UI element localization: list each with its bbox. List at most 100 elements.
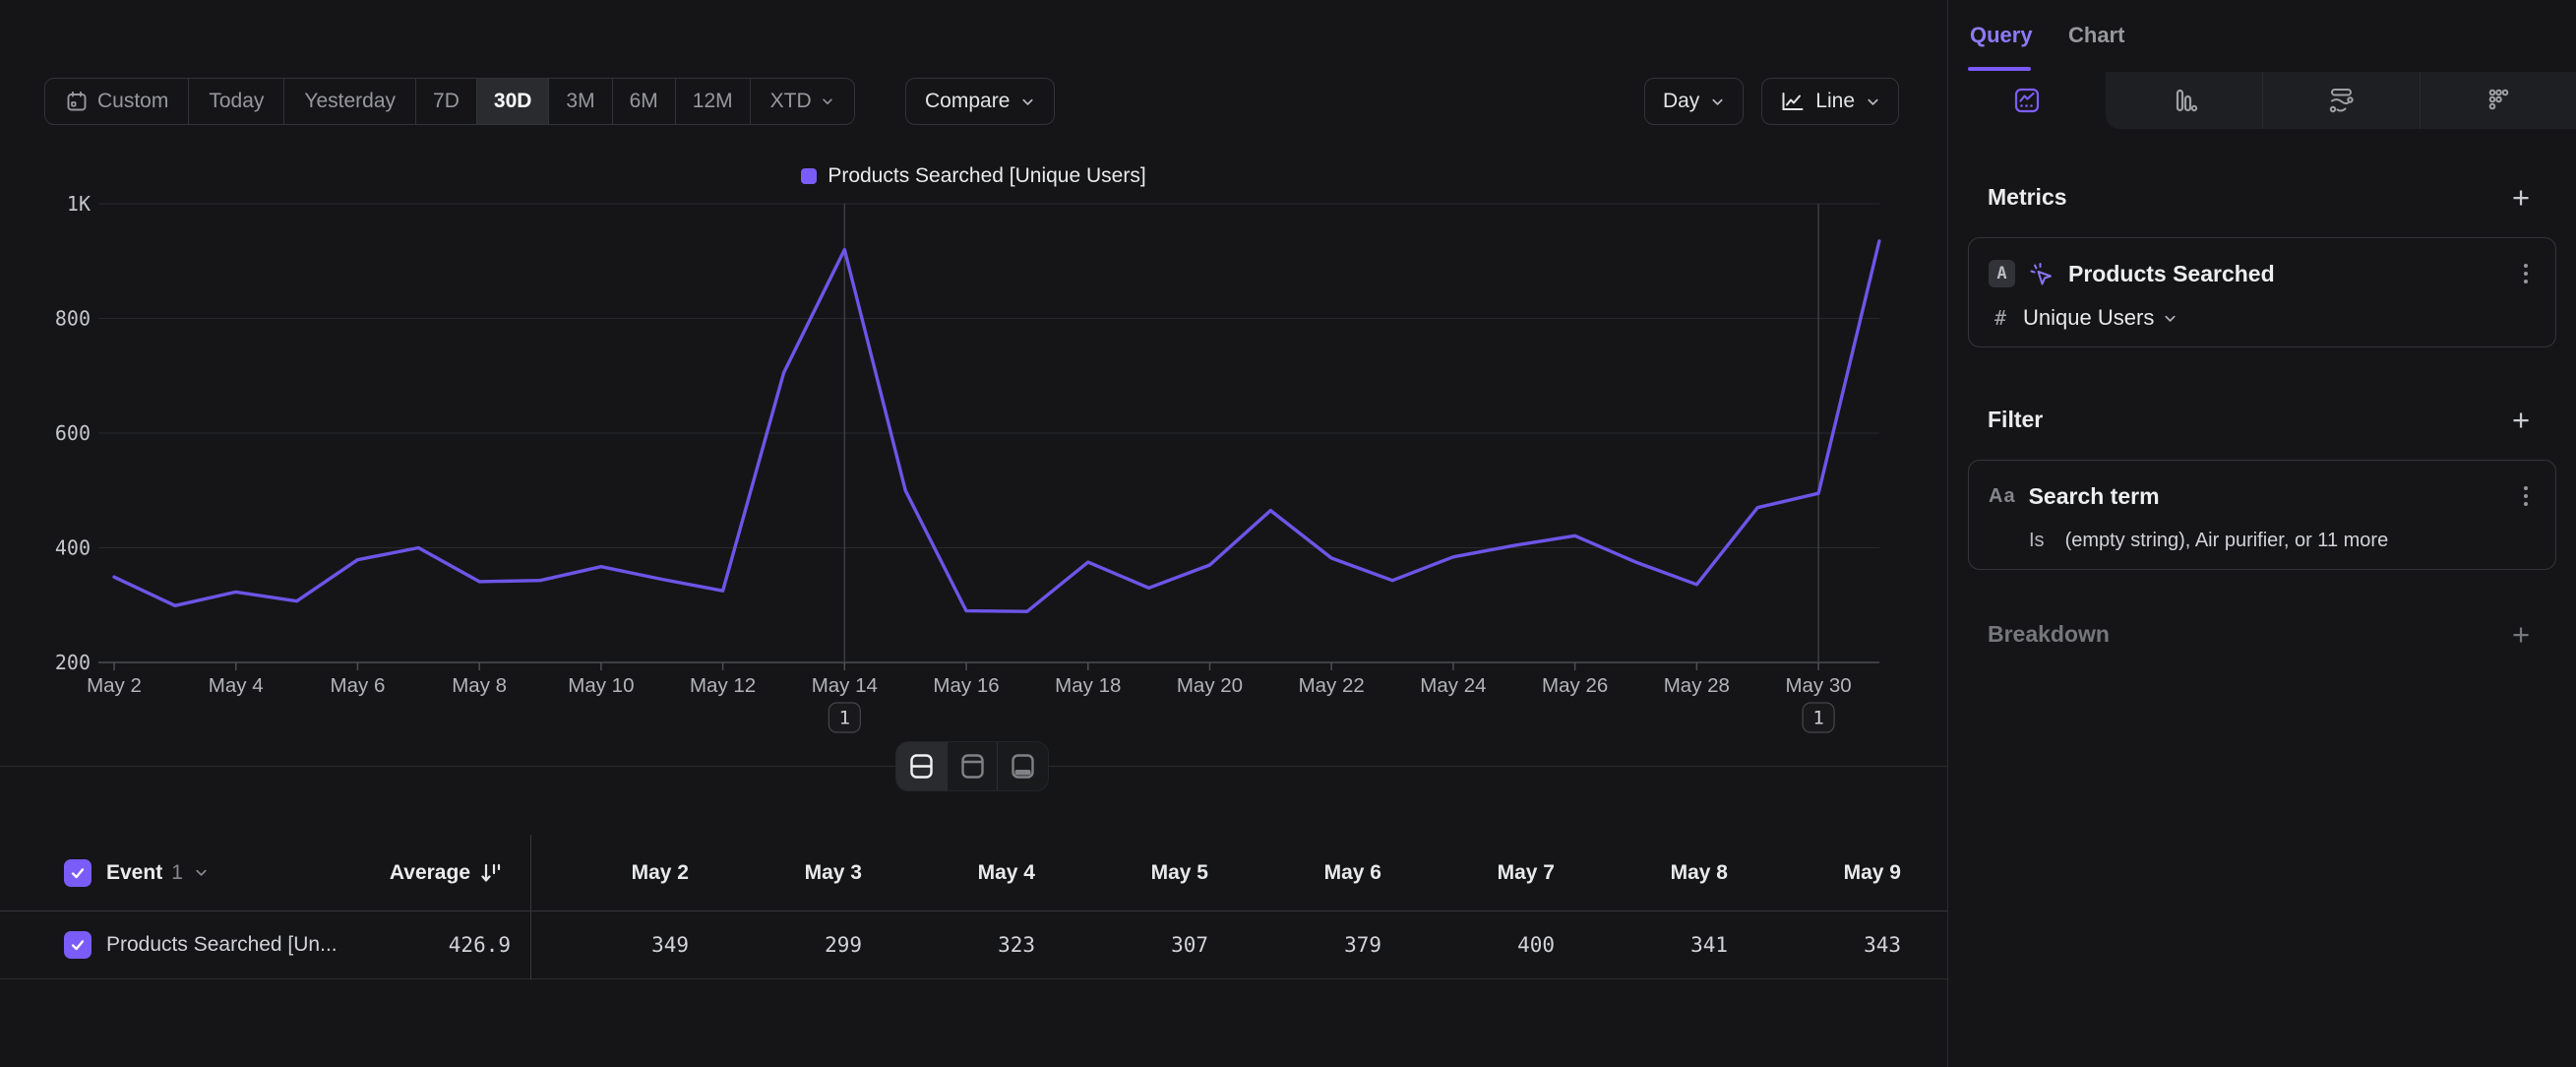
interval-label: Day xyxy=(1663,90,1699,113)
chart-tab-bar[interactable] xyxy=(2106,72,2262,129)
panel-bottom-icon xyxy=(1011,753,1035,780)
sort-descending-icon[interactable] xyxy=(478,835,504,910)
svg-text:May 10: May 10 xyxy=(568,674,634,697)
bar-chart-icon xyxy=(2170,86,2199,115)
check-icon xyxy=(69,936,87,954)
range-xtd-button[interactable]: XTD xyxy=(751,79,854,124)
select-all-checkbox[interactable] xyxy=(64,859,92,887)
metric-letter-badge: A xyxy=(1989,260,2015,287)
chart-tab-line[interactable] xyxy=(1948,72,2105,129)
svg-text:800: 800 xyxy=(55,307,91,331)
chevron-down-icon xyxy=(821,94,834,108)
chevron-down-icon xyxy=(2163,311,2177,326)
date-column-header: May 5 xyxy=(1035,835,1208,910)
results-table: Event 1 Average May 2May 3May 4May 5May … xyxy=(0,835,1947,979)
svg-text:May 6: May 6 xyxy=(331,674,386,697)
event-pointer-icon xyxy=(2028,261,2055,287)
tab-chart[interactable]: Chart xyxy=(2068,0,2124,71)
range-today-button[interactable]: Today xyxy=(189,79,284,124)
date-column-value: 299 xyxy=(689,911,862,978)
row-checkbox[interactable] xyxy=(64,931,92,959)
calendar-icon xyxy=(65,90,89,113)
svg-text:May 30: May 30 xyxy=(1785,674,1851,697)
main-panel: CustomToday Yesterday 7D30D3M 6M 12M XTD Comp… xyxy=(0,0,1947,1067)
range-label: 6M xyxy=(630,90,658,113)
range-30d-button[interactable]: 30D xyxy=(477,79,550,124)
range-label: 12M xyxy=(693,90,733,113)
range-label: Yesterday xyxy=(304,90,396,113)
filter-value[interactable]: (empty string), Air purifier, or 11 more xyxy=(2065,530,2389,552)
add-metric-button[interactable]: + xyxy=(2505,182,2537,213)
date-column-value: 379 xyxy=(1208,911,1381,978)
svg-text:May 26: May 26 xyxy=(1542,674,1608,697)
chevron-down-icon[interactable] xyxy=(194,865,209,880)
date-column-value: 343 xyxy=(1728,911,1901,978)
filter-operator[interactable]: Is xyxy=(2029,530,2045,552)
chart-tab-more[interactable] xyxy=(2420,72,2576,129)
date-column-value: 400 xyxy=(1381,911,1555,978)
data-line-series[interactable] xyxy=(114,241,1879,611)
compare-label: Compare xyxy=(925,90,1010,113)
svg-text:May 16: May 16 xyxy=(933,674,999,697)
svg-text:May 20: May 20 xyxy=(1177,674,1243,697)
table-header-row: Event 1 Average May 2May 3May 4May 5May … xyxy=(0,835,1947,910)
svg-text:May 2: May 2 xyxy=(87,674,142,697)
average-header: Average xyxy=(293,835,470,910)
date-column-value: 307 xyxy=(1035,911,1208,978)
column-divider xyxy=(530,835,531,979)
measure-selector[interactable]: Unique Users xyxy=(2023,305,2154,331)
row-label: Products Searched [Un... xyxy=(106,933,337,957)
svg-text:May 4: May 4 xyxy=(209,674,264,697)
svg-text:May 12: May 12 xyxy=(690,674,756,697)
range-6m-button[interactable]: 6M xyxy=(613,79,676,124)
svg-text:May 14: May 14 xyxy=(812,674,878,697)
layout-split-horizontal-button[interactable] xyxy=(896,742,948,790)
range-12m-button[interactable]: 12M xyxy=(676,79,751,124)
add-breakdown-button[interactable]: + xyxy=(2505,619,2537,650)
tab-query[interactable]: Query xyxy=(1970,0,2033,71)
chart-tab-flow[interactable] xyxy=(2262,72,2419,129)
metric-menu-icon[interactable] xyxy=(2524,264,2528,283)
flow-icon xyxy=(2325,86,2357,115)
range-3m-button[interactable]: 3M xyxy=(549,79,612,124)
range-label: XTD xyxy=(770,90,812,113)
svg-text:400: 400 xyxy=(55,536,91,560)
range-custom-button[interactable]: Custom xyxy=(45,79,189,124)
metrics-heading: Metrics xyxy=(1988,184,2067,211)
layout-header-top-button[interactable] xyxy=(948,742,999,790)
layout-panel-bottom-button[interactable] xyxy=(998,742,1048,790)
chart-type-button[interactable]: Line xyxy=(1761,78,1899,125)
split-horizontal-icon xyxy=(909,753,934,780)
date-column-header: May 8 xyxy=(1555,835,1728,910)
filter-property: Search term xyxy=(2029,483,2160,510)
svg-text:1: 1 xyxy=(1812,708,1823,729)
date-column-header: May 4 xyxy=(862,835,1035,910)
measure-hash-icon: # xyxy=(1994,306,2006,330)
svg-text:200: 200 xyxy=(55,651,91,674)
svg-text:1: 1 xyxy=(839,708,850,729)
compare-button[interactable]: Compare xyxy=(905,78,1055,125)
event-row-cell: Products Searched [Un... xyxy=(64,911,337,978)
chevron-down-icon xyxy=(1020,94,1035,109)
range-7d-button[interactable]: 7D xyxy=(416,79,477,124)
svg-text:1K: 1K xyxy=(67,192,91,216)
add-filter-button[interactable]: + xyxy=(2505,405,2537,435)
filter-menu-icon[interactable] xyxy=(2524,486,2528,506)
date-value-cells: 349299323307379400341343 xyxy=(530,911,1901,978)
event-header-cell: Event 1 xyxy=(64,835,209,910)
event-label: Event xyxy=(106,861,162,885)
date-column-header: May 7 xyxy=(1381,835,1555,910)
check-icon xyxy=(69,864,87,882)
metric-card[interactable]: A Products Searched # Unique Users xyxy=(1968,237,2556,347)
table-row[interactable]: Products Searched [Un... 426.9 349299323… xyxy=(0,910,1947,979)
panel-layout-toggle xyxy=(895,741,1049,791)
interval-button[interactable]: Day xyxy=(1644,78,1744,125)
line-chart[interactable]: 1K800600400200May 2May 4May 6May 8May 10… xyxy=(0,148,1947,797)
metric-name: Products Searched xyxy=(2068,261,2275,287)
svg-text:May 28: May 28 xyxy=(1664,674,1730,697)
filter-card[interactable]: Aa Search term Is (empty string), Air pu… xyxy=(1968,460,2556,570)
chevron-down-icon xyxy=(1866,94,1880,109)
range-yesterday-button[interactable]: Yesterday xyxy=(284,79,416,124)
date-column-value: 323 xyxy=(862,911,1035,978)
chevron-down-icon xyxy=(1710,94,1725,109)
